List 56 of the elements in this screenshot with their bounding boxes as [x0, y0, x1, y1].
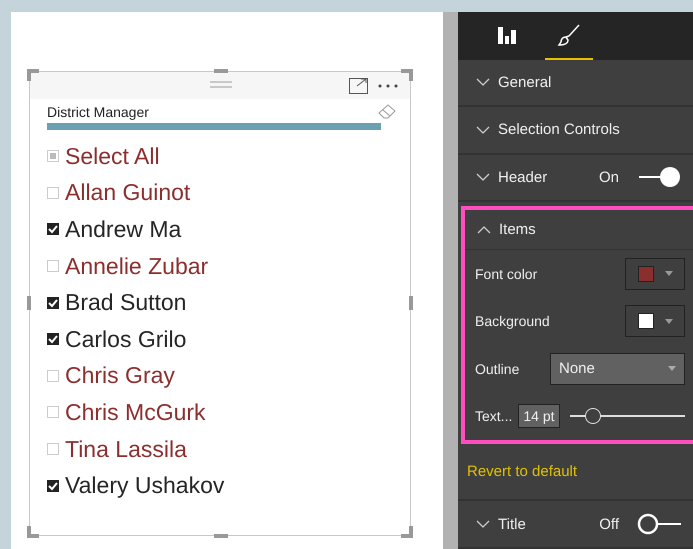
section-header[interactable]: General	[498, 74, 681, 91]
resize-handle[interactable]	[214, 534, 228, 538]
section-header[interactable]: Selection Controls	[498, 121, 681, 138]
toggle-label: On	[598, 168, 619, 186]
item-label[interactable]: Annelie Zubar	[65, 252, 208, 280]
more-options-icon[interactable]	[378, 84, 398, 88]
caret-icon	[664, 271, 672, 276]
select-all-label[interactable]: Select All	[65, 142, 160, 170]
caret-icon	[668, 366, 676, 372]
item-label[interactable]: Brad Sutton	[65, 289, 186, 316]
property-label: Outline	[475, 360, 520, 377]
item-label[interactable]: Carlos Grilo	[65, 326, 186, 353]
toggle-switch[interactable]	[637, 166, 681, 188]
drag-grip-icon[interactable]	[210, 81, 232, 88]
expand-chevron-icon[interactable]	[476, 78, 490, 86]
item-label[interactable]: Chris Gray	[65, 362, 175, 390]
color-picker[interactable]	[625, 305, 685, 338]
toggle-label: Off	[599, 516, 619, 533]
item-label[interactable]: Allan Guinot	[65, 179, 190, 206]
expand-chevron-icon[interactable]	[476, 520, 490, 528]
item-label[interactable]: Andrew Ma	[65, 216, 182, 243]
expand-chevron-icon[interactable]	[476, 126, 490, 134]
focus-mode-icon[interactable]	[349, 78, 368, 94]
property-label: Font color	[475, 266, 538, 282]
collapse-chevron-icon[interactable]	[477, 226, 491, 234]
section-header[interactable]: Title	[498, 516, 592, 533]
text-size-slider[interactable]	[570, 408, 685, 424]
item-label[interactable]: Tina Lassila	[65, 436, 187, 463]
paintbrush-icon	[557, 22, 581, 47]
outline-dropdown[interactable]: None	[550, 352, 685, 385]
resize-handle[interactable]	[214, 69, 228, 73]
resize-handle[interactable]	[27, 296, 31, 310]
item-label[interactable]: Valery Ushakov	[65, 472, 224, 500]
bar-chart-icon	[497, 24, 517, 45]
resize-handle[interactable]	[409, 296, 413, 310]
eraser-icon[interactable]	[378, 104, 396, 120]
canvas-scrollbar[interactable]	[443, 12, 458, 549]
item-checkbox[interactable]	[47, 480, 59, 492]
property-label: Text...	[475, 408, 512, 424]
slicer-title: District Manager	[47, 104, 149, 120]
toggle-switch[interactable]	[637, 513, 681, 536]
property-label: Background	[475, 313, 550, 330]
partial-check-icon	[50, 153, 56, 160]
text-size-field[interactable]: 14 pt	[518, 404, 560, 428]
select-all-checkbox[interactable]	[47, 150, 59, 162]
item-label[interactable]: Chris McGurk	[65, 398, 206, 426]
caret-icon	[664, 318, 672, 324]
expand-chevron-icon[interactable]	[476, 173, 490, 182]
section-header[interactable]: Items	[499, 221, 693, 238]
slider-thumb[interactable]	[584, 408, 601, 424]
revert-link[interactable]: Revert to default	[467, 463, 578, 480]
item-checkbox[interactable]	[47, 296, 59, 309]
item-checkbox[interactable]	[47, 223, 59, 236]
item-checkbox[interactable]	[47, 333, 59, 346]
color-picker[interactable]	[625, 258, 685, 290]
section-header[interactable]: Header	[498, 168, 591, 186]
